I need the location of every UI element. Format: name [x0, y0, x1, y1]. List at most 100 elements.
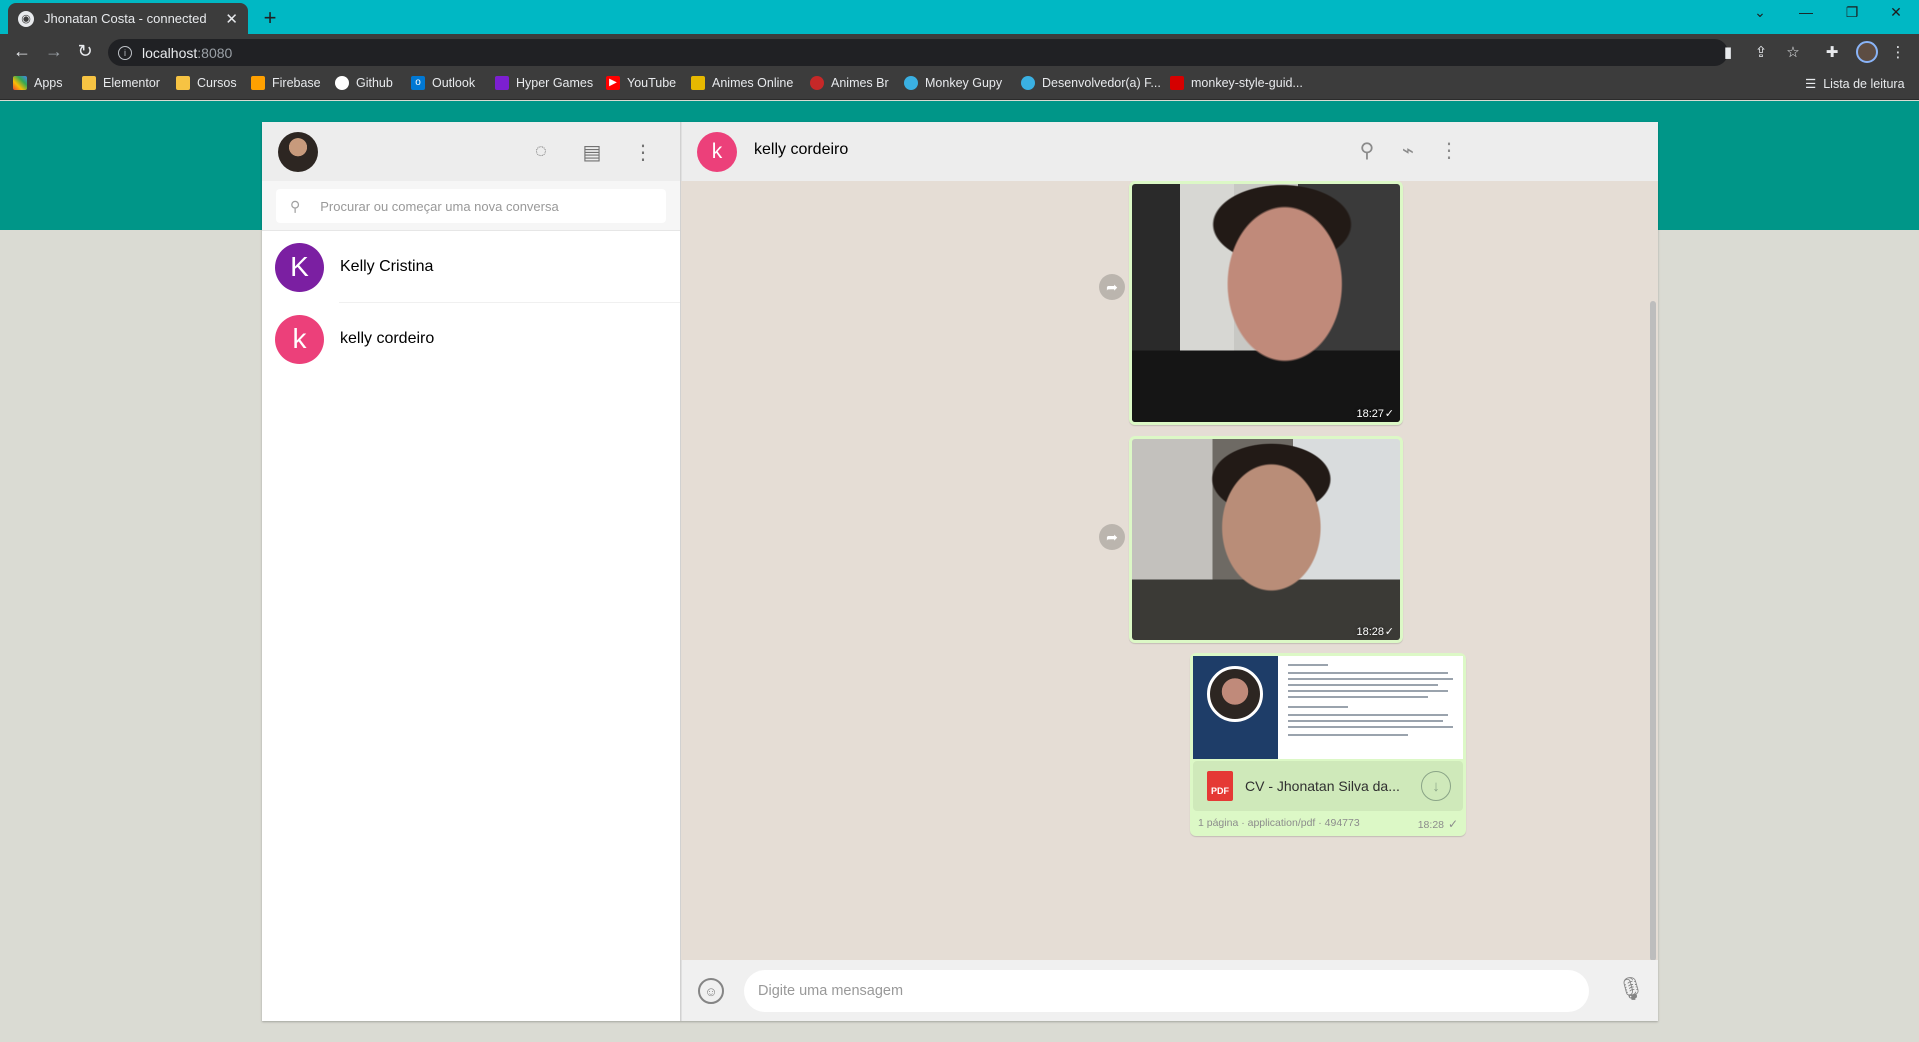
firebase-icon — [251, 76, 265, 90]
snowflake-icon — [1021, 76, 1035, 90]
chat-contact-name[interactable]: kelly cordeiro — [754, 141, 848, 159]
search-box[interactable]: ⚲ Procurar ou começar uma nova conversa — [276, 189, 666, 223]
preview-line — [1288, 678, 1453, 680]
message-time: 18:27 — [1356, 408, 1384, 420]
tab-search-icon[interactable]: ⌄ — [1737, 4, 1783, 21]
emoji-icon[interactable]: ☺ — [698, 978, 724, 1004]
document-bar[interactable]: PDF CV - Jhonatan Silva da... ↓ — [1193, 761, 1463, 811]
sent-check-icon: ✓ — [1384, 626, 1394, 638]
browser-tab[interactable]: ◉ Jhonatan Costa - connected ✕ — [8, 3, 248, 34]
microphone-icon[interactable]: 🎙 — [1617, 976, 1645, 1002]
bookmark-animes-online[interactable]: Animes Online — [691, 76, 793, 90]
document-meta: 1 página · application/pdf · 494773 — [1198, 817, 1360, 829]
message-time: 18:28 — [1417, 819, 1444, 831]
image-message[interactable]: 18:28 ✓ — [1129, 436, 1403, 643]
image-message[interactable]: 18:27 ✓ — [1129, 181, 1403, 425]
browser-toolbar: ← → ↻ i localhost:8080 ▮ ⇪ ☆ ✚ ⋮ — [0, 34, 1919, 70]
folder-icon — [82, 76, 96, 90]
chat-contact-avatar[interactable]: k — [697, 132, 737, 172]
preview-line — [1288, 696, 1428, 698]
new-chat-icon[interactable]: ▤ — [580, 140, 604, 165]
bookmark-label: Outlook — [432, 76, 476, 90]
hyper-games-icon — [495, 76, 509, 90]
profile-avatar[interactable] — [1856, 41, 1878, 63]
forward-icon[interactable]: ➦ — [1099, 274, 1125, 300]
bookmark-label: YouTube — [627, 76, 677, 90]
bookmark-label: Elementor — [103, 76, 160, 90]
browser-menu-icon[interactable]: ⋮ — [1888, 43, 1908, 61]
bookmark-elementor[interactable]: Elementor — [82, 76, 160, 90]
bookmark-monkey-gupy[interactable]: Monkey Gupy — [904, 76, 1002, 90]
forward-arrow-icon[interactable]: → — [43, 41, 65, 62]
bookmark-label: Github — [356, 76, 393, 90]
restore-icon[interactable]: ❐ — [1829, 4, 1875, 21]
minimize-icon[interactable]: — — [1783, 4, 1829, 20]
document-message[interactable]: PDF CV - Jhonatan Silva da... ↓ 1 página… — [1190, 653, 1466, 836]
contact-avatar: k — [275, 314, 324, 364]
crown-icon — [691, 76, 705, 90]
download-icon[interactable]: ↓ — [1421, 771, 1451, 801]
share-icon[interactable]: ⇪ — [1751, 43, 1771, 61]
bookmark-animes-br[interactable]: Animes Br — [810, 76, 889, 90]
github-icon — [335, 76, 349, 90]
bookmarks-bar: Apps Elementor Cursos Firebase Github oO… — [0, 70, 1919, 100]
preview-line — [1288, 734, 1408, 736]
attach-paperclip-icon[interactable]: ⌁ — [1395, 138, 1421, 163]
menu-icon[interactable]: ⋮ — [631, 140, 655, 165]
sent-check-icon: ✓ — [1384, 408, 1394, 420]
bookmark-youtube[interactable]: ▶ YouTube — [606, 76, 676, 90]
bookmark-outlook[interactable]: o Outlook — [411, 76, 475, 90]
document-preview[interactable] — [1193, 656, 1463, 759]
message-time: 18:28 — [1356, 626, 1384, 638]
site-info-icon[interactable]: i — [118, 45, 132, 60]
monkey-style-icon — [1170, 76, 1184, 90]
bookmark-monkey-style-guide[interactable]: monkey-style-guid... — [1170, 76, 1303, 90]
scrollbar[interactable] — [1650, 301, 1656, 960]
contact-avatar: K — [275, 242, 324, 292]
sidebar-header: ◌ ▤ ⋮ — [262, 122, 680, 181]
address-bar[interactable]: i localhost:8080 — [108, 39, 1728, 66]
preview-line — [1288, 690, 1448, 692]
reload-icon[interactable]: ↻ — [74, 41, 96, 62]
preview-line — [1288, 720, 1443, 722]
bookmark-cursos[interactable]: Cursos — [176, 76, 237, 90]
document-name: CV - Jhonatan Silva da... — [1245, 778, 1400, 794]
bookmark-hyper-games[interactable]: Hyper Games — [495, 76, 593, 90]
reading-list-icon: ☰ — [1805, 77, 1817, 91]
bookmark-apps[interactable]: Apps — [13, 76, 63, 90]
chat-menu-icon[interactable]: ⋮ — [1436, 138, 1462, 163]
camera-icon[interactable]: ▮ — [1718, 43, 1738, 61]
photo — [1132, 439, 1400, 640]
bookmark-desenvolvedor[interactable]: Desenvolvedor(a) F... — [1021, 76, 1161, 90]
bookmark-github[interactable]: Github — [335, 76, 393, 90]
bookmark-label: Animes Online — [712, 76, 794, 90]
contact-item-kelly-cristina[interactable]: K Kelly Cristina — [262, 231, 680, 303]
extensions-icon[interactable]: ✚ — [1822, 43, 1842, 61]
bookmark-label: Animes Br — [831, 76, 889, 90]
back-arrow-icon[interactable]: ← — [11, 41, 33, 62]
apps-grid-icon — [13, 76, 27, 90]
outlook-icon: o — [411, 76, 425, 90]
bookmark-star-icon[interactable]: ☆ — [1783, 43, 1803, 61]
tab-close-icon[interactable]: ✕ — [225, 10, 238, 28]
contact-item-kelly-cordeiro[interactable]: k kelly cordeiro — [262, 303, 680, 375]
message-input[interactable] — [744, 970, 1589, 1012]
preview-line — [1288, 664, 1328, 666]
search-input[interactable]: Procurar ou começar uma nova conversa — [320, 199, 558, 214]
forward-icon[interactable]: ➦ — [1099, 524, 1125, 550]
status-icon[interactable]: ◌ — [529, 140, 553, 163]
reading-list-button[interactable]: ☰ Lista de leitura — [1805, 76, 1905, 92]
search-icon[interactable]: ⚲ — [1354, 138, 1380, 163]
sidebar: ◌ ▤ ⋮ ⚲ Procurar ou começar uma nova con… — [262, 122, 681, 1021]
window-close-icon[interactable]: ✕ — [1873, 4, 1919, 21]
bookmark-firebase[interactable]: Firebase — [251, 76, 321, 90]
preview-photo — [1207, 666, 1263, 722]
bookmark-label: Hyper Games — [516, 76, 594, 90]
search-container: ⚲ Procurar ou começar uma nova conversa — [262, 181, 680, 231]
sent-check-icon: ✓ — [1447, 817, 1458, 831]
preview-line — [1288, 706, 1348, 708]
page: ◌ ▤ ⋮ ⚲ Procurar ou começar uma nova con… — [0, 101, 1919, 1042]
new-tab-button[interactable]: + — [258, 5, 282, 31]
my-avatar[interactable] — [278, 132, 318, 172]
url-host: localhost — [142, 44, 198, 61]
